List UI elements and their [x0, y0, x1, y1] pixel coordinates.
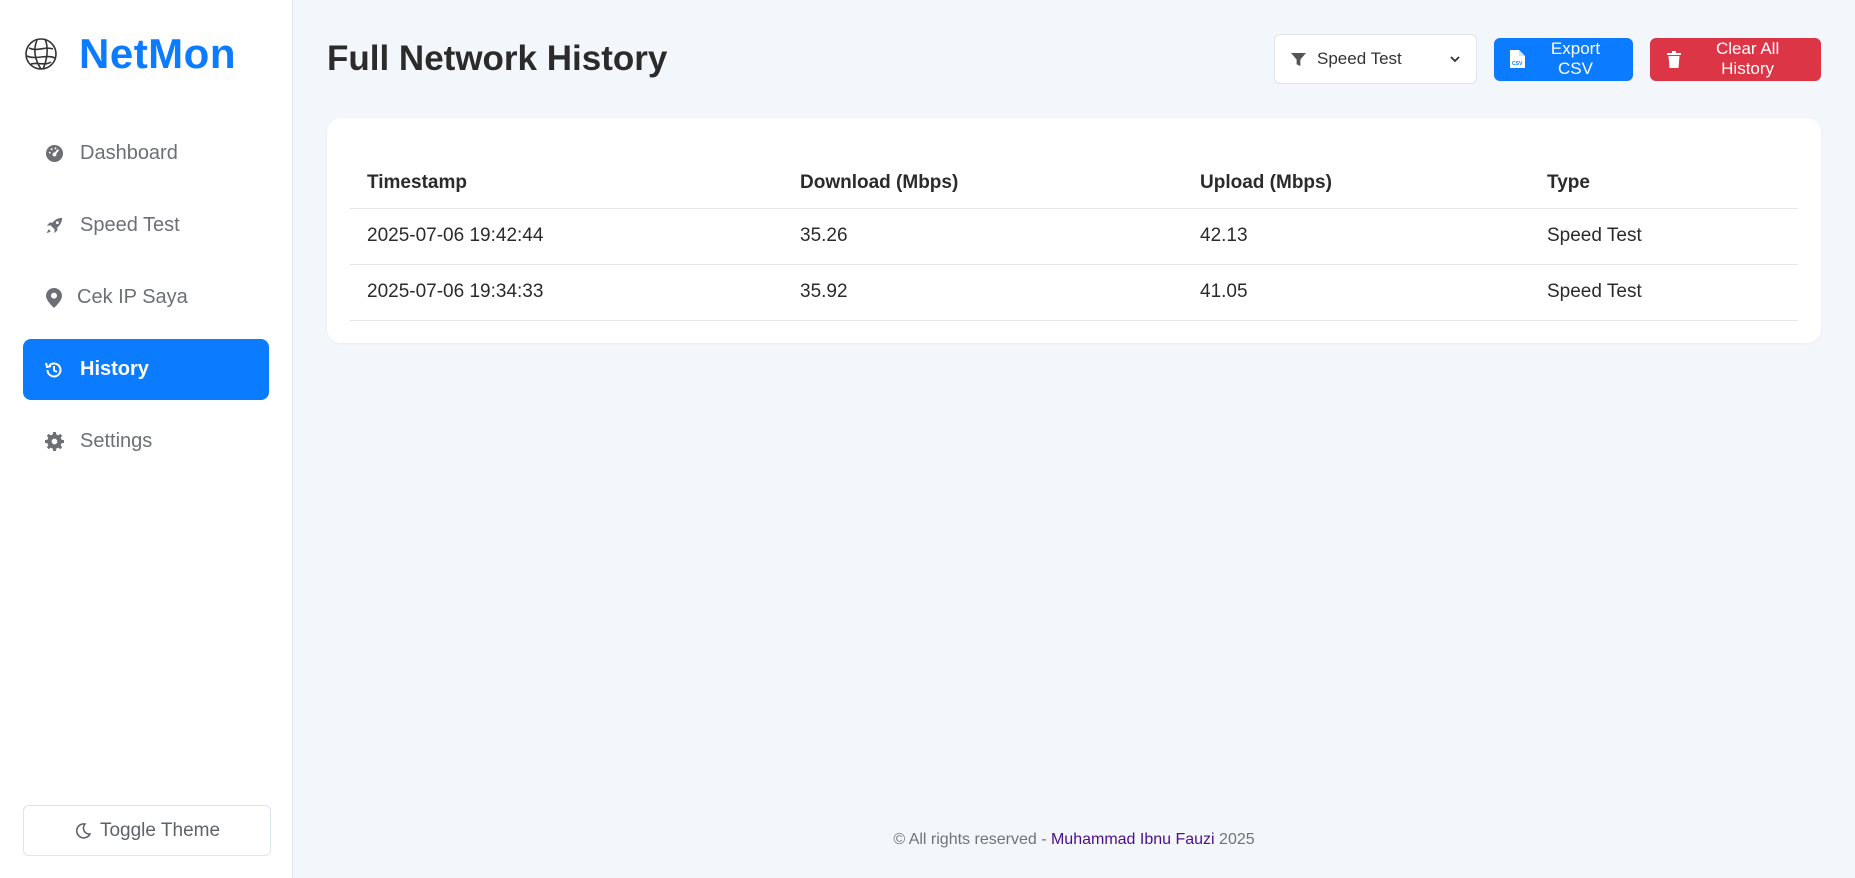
cell-download: 35.92 — [783, 264, 1183, 321]
brand-name: NetMon — [79, 30, 236, 77]
gauge-icon — [43, 143, 65, 165]
history-icon — [43, 359, 65, 381]
page-header: Full Network History Speed Test CSV Expo… — [327, 0, 1821, 118]
cell-type: Speed Test — [1530, 264, 1798, 321]
column-header-timestamp[interactable]: Timestamp — [350, 160, 783, 209]
column-header-download[interactable]: Download (Mbps) — [783, 160, 1183, 209]
gear-icon — [43, 431, 65, 453]
filter-icon — [1291, 51, 1307, 67]
sidebar-item-label: Settings — [80, 430, 153, 452]
cell-timestamp: 2025-07-06 19:42:44 — [350, 208, 783, 265]
table-row: 2025-07-06 19:42:44 35.26 42.13 Speed Te… — [350, 208, 1798, 265]
filter-selected-value: Speed Test — [1317, 49, 1402, 68]
sidebar-item-cek-ip[interactable]: Cek IP Saya — [23, 267, 269, 328]
sidebar-item-label: Speed Test — [80, 214, 180, 236]
type-filter-select[interactable]: Speed Test — [1274, 34, 1477, 84]
sidebar-item-label: Cek IP Saya — [77, 286, 188, 308]
app-root: NetMon Dashboard Speed Test Cek IP Saya — [0, 0, 1855, 878]
clear-all-history-label: Clear All History — [1715, 39, 1780, 78]
sidebar: NetMon Dashboard Speed Test Cek IP Saya — [0, 0, 293, 878]
sidebar-item-history[interactable]: History — [23, 339, 269, 400]
export-csv-button[interactable]: CSV Export CSV — [1494, 37, 1633, 81]
footer: © All rights reserved - Muhammad Ibnu Fa… — [293, 831, 1855, 849]
column-header-upload[interactable]: Upload (Mbps) — [1183, 160, 1530, 209]
toggle-theme-label: Toggle Theme — [99, 819, 221, 841]
map-pin-icon — [43, 287, 65, 309]
globe-icon — [23, 36, 59, 72]
cell-upload: 42.13 — [1183, 208, 1530, 265]
cell-upload: 41.05 — [1183, 264, 1530, 321]
sidebar-item-settings[interactable]: Settings — [23, 411, 269, 472]
rocket-icon — [43, 215, 65, 237]
export-csv-label: Export CSV — [1550, 39, 1601, 78]
clear-all-history-button[interactable]: Clear All History — [1650, 37, 1821, 81]
chevron-down-icon — [1448, 52, 1462, 66]
csv-file-icon: CSV — [1510, 50, 1525, 68]
main-content: Full Network History Speed Test CSV Expo… — [293, 0, 1855, 878]
table-header-row: Timestamp Download (Mbps) Upload (Mbps) … — [350, 160, 1798, 209]
sidebar-item-label: Dashboard — [80, 142, 178, 164]
sidebar-item-dashboard[interactable]: Dashboard — [23, 123, 269, 184]
toggle-theme-button[interactable]: Toggle Theme — [23, 805, 271, 856]
sidebar-item-label: History — [80, 358, 149, 380]
brand[interactable]: NetMon — [23, 0, 269, 108]
history-card: Timestamp Download (Mbps) Upload (Mbps) … — [327, 118, 1821, 343]
cell-download: 35.26 — [783, 208, 1183, 265]
header-actions: Speed Test CSV Export CSV Clear All Hist — [1274, 34, 1821, 84]
column-header-type[interactable]: Type — [1530, 160, 1798, 209]
table-row: 2025-07-06 19:34:33 35.92 41.05 Speed Te… — [350, 264, 1798, 321]
cell-type: Speed Test — [1530, 208, 1798, 265]
page-title: Full Network History — [327, 39, 668, 78]
history-table: Timestamp Download (Mbps) Upload (Mbps) … — [350, 160, 1798, 321]
footer-author-link[interactable]: Muhammad Ibnu Fauzi — [1051, 831, 1215, 848]
svg-text:CSV: CSV — [1512, 61, 1523, 67]
trash-icon — [1666, 50, 1681, 68]
cell-timestamp: 2025-07-06 19:34:33 — [350, 264, 783, 321]
sidebar-nav: Dashboard Speed Test Cek IP Saya History — [23, 123, 269, 472]
footer-year: 2025 — [1214, 831, 1255, 848]
moon-icon — [74, 822, 92, 840]
sidebar-item-speed-test[interactable]: Speed Test — [23, 195, 269, 256]
footer-prefix: © All rights reserved - — [893, 831, 1051, 848]
